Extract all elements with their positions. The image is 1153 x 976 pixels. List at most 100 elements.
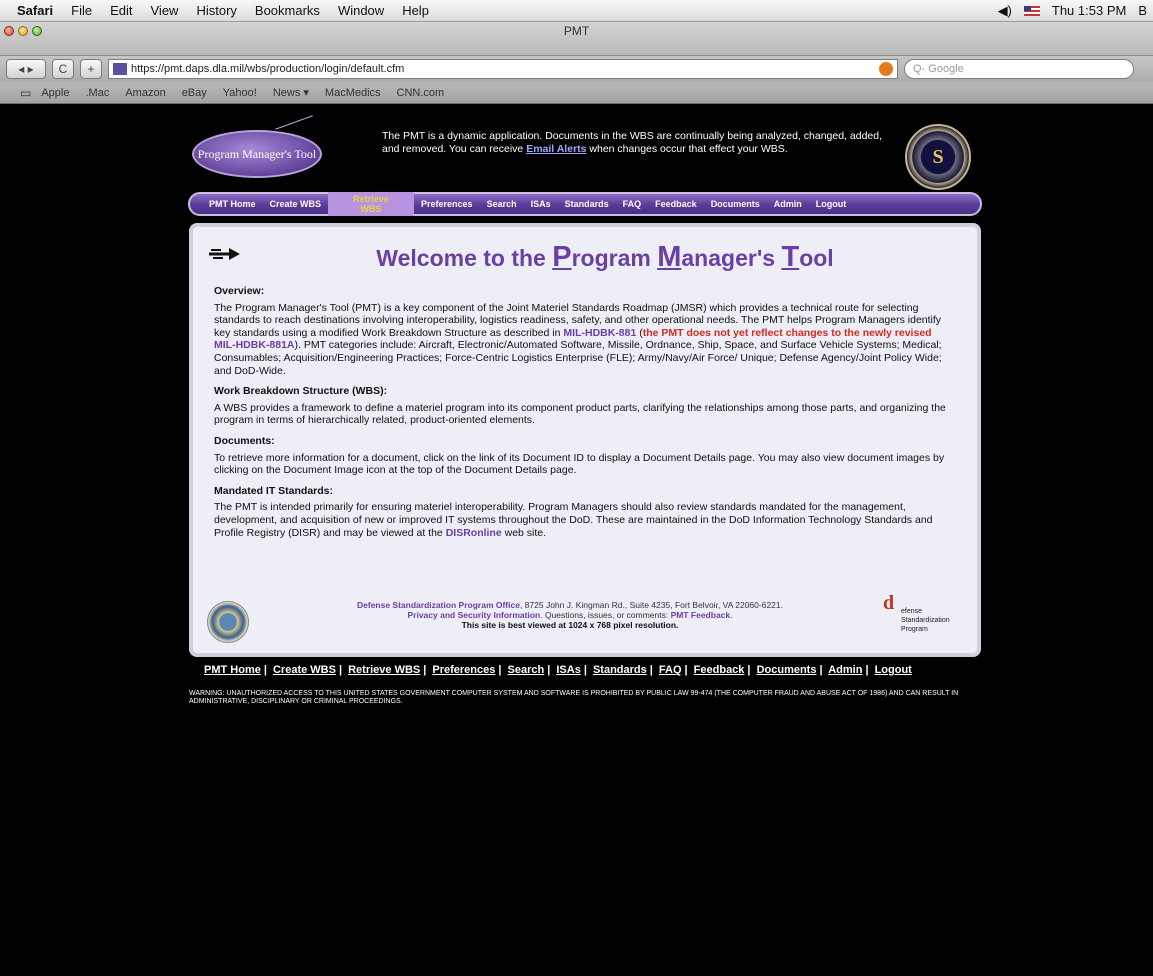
bottom-nav-documents[interactable]: Documents	[757, 664, 817, 676]
window-titlebar: PMT	[0, 22, 1153, 56]
bottom-nav-admin[interactable]: Admin	[828, 664, 862, 676]
menu-view[interactable]: View	[142, 3, 188, 18]
bookmark-yahoo[interactable]: Yahoo!	[223, 87, 257, 99]
bookmark-apple[interactable]: Apple	[41, 87, 69, 99]
page-header: Program Manager's Tool The PMT is a dyna…	[190, 112, 980, 192]
search-field[interactable]: Q- Google	[904, 59, 1134, 79]
main-nav: PMT Home Create WBS Retrieve WBS Prefere…	[188, 192, 982, 216]
bottom-nav: PMT Home | Create WBS | Retrieve WBS | Pref…	[204, 664, 912, 676]
page-title: Welcome to the Program Manager's Tool	[193, 241, 977, 274]
menubar-trailing: B	[1138, 3, 1147, 18]
bookmark-news[interactable]: News ▾	[273, 86, 309, 99]
welcome-p: P	[552, 241, 572, 273]
nav-pmt-home[interactable]: PMT Home	[202, 199, 263, 209]
bottom-nav-create-wbs[interactable]: Create WBS	[273, 664, 336, 676]
bookmark-ebay[interactable]: eBay	[182, 87, 207, 99]
snapback-icon[interactable]	[879, 62, 893, 76]
nav-standards[interactable]: Standards	[558, 199, 616, 209]
bookmark-amazon[interactable]: Amazon	[125, 87, 165, 99]
reload-button[interactable]: C	[52, 59, 74, 79]
back-forward-button[interactable]: ◂ ▸	[6, 59, 46, 79]
bottom-nav-logout[interactable]: Logout	[875, 664, 912, 676]
overview-text-2: ). PMT categories include: Aircraft, Ele…	[214, 339, 942, 377]
bottom-nav-standards[interactable]: Standards	[593, 664, 647, 676]
dod-seal-icon	[207, 601, 249, 643]
nav-faq[interactable]: FAQ	[616, 199, 649, 209]
add-bookmark-button[interactable]: +	[80, 59, 102, 79]
dsp-line-1: efense	[901, 608, 923, 615]
mil-hdbk-881-link[interactable]: MIL-HDBK-881	[563, 327, 636, 339]
address-url[interactable]: https://pmt.daps.dla.mil/wbs/production/…	[131, 63, 404, 75]
mac-menubar: Safari File Edit View History Bookmarks …	[0, 0, 1153, 22]
bottom-nav-isas[interactable]: ISAs	[556, 664, 580, 676]
bottom-nav-preferences[interactable]: Preferences	[432, 664, 495, 676]
nav-preferences[interactable]: Preferences	[414, 199, 480, 209]
dsp-line-2: Standardization	[901, 617, 950, 624]
nav-documents[interactable]: Documents	[704, 199, 767, 209]
nav-retrieve-wbs[interactable]: Retrieve WBS	[328, 192, 415, 216]
email-alerts-link[interactable]: Email Alerts	[526, 143, 586, 155]
footer-address: , 8725 John J. Kingman Rd., Suite 4235, …	[519, 600, 783, 610]
bookmark-cnn[interactable]: CNN.com	[397, 87, 445, 99]
seal-letter: S	[932, 146, 944, 168]
intro-text: The PMT is a dynamic application. Docume…	[382, 130, 892, 156]
footer-period: .	[730, 610, 733, 620]
dsp-seal-icon: S	[905, 124, 971, 190]
bottom-nav-pmt-home[interactable]: PMT Home	[204, 664, 261, 676]
bottom-nav-search[interactable]: Search	[508, 664, 545, 676]
mandated-text: The PMT is intended primarily for ensuri…	[214, 501, 933, 539]
window-title: PMT	[563, 24, 590, 38]
bottom-nav-feedback[interactable]: Feedback	[694, 664, 745, 676]
web-page: Program Manager's Tool The PMT is a dyna…	[0, 104, 1153, 976]
menu-file[interactable]: File	[62, 3, 101, 18]
nav-isas[interactable]: ISAs	[524, 199, 558, 209]
pmt-feedback-link[interactable]: PMT Feedback	[671, 610, 731, 620]
menu-safari[interactable]: Safari	[8, 3, 62, 18]
dspo-link[interactable]: Defense Standardization Program Office	[357, 600, 520, 610]
nav-create-wbs[interactable]: Create WBS	[263, 199, 329, 209]
menu-edit[interactable]: Edit	[101, 3, 141, 18]
wbs-title: Work Breakdown Structure (WBS):	[214, 385, 388, 398]
dsp-logo-d: d	[883, 592, 895, 614]
nav-search[interactable]: Search	[480, 199, 524, 209]
nav-feedback[interactable]: Feedback	[648, 199, 704, 209]
dsp-line-3: Program	[901, 626, 928, 633]
footer-questions: . Questions, issues, or comments:	[540, 610, 671, 620]
address-bar[interactable]: https://pmt.daps.dla.mil/wbs/production/…	[108, 59, 898, 79]
overview-body: The Program Manager's Tool (PMT) is a ke…	[214, 302, 954, 378]
mil-hdbk-881a-link[interactable]: MIL-HDBK-881A	[214, 339, 295, 351]
best-viewed-note: This site is best viewed at 1024 x 768 p…	[461, 620, 679, 630]
welcome-prefix: Welcome to the	[376, 245, 553, 271]
mandated-title: Mandated IT Standards:	[214, 484, 334, 497]
bottom-nav-faq[interactable]: FAQ	[659, 664, 682, 676]
bookmark-mac[interactable]: .Mac	[85, 87, 109, 99]
dsp-logo-text: efense Standardization Program	[901, 607, 950, 634]
content-sections: Overview: The Program Manager's Tool (PM…	[214, 285, 954, 547]
disronline-link[interactable]: DISRonline	[446, 527, 502, 539]
bookmarks-book-icon[interactable]: ▭	[20, 86, 31, 100]
wbs-body: A WBS provides a framework to define a m…	[214, 401, 946, 427]
bottom-nav-retrieve-wbs[interactable]: Retrieve WBS	[348, 664, 420, 676]
menu-help[interactable]: Help	[393, 3, 438, 18]
bookmark-macmedics[interactable]: MacMedics	[325, 87, 381, 99]
mandated-tail: web site.	[501, 526, 547, 539]
main-content-panel: Welcome to the Program Manager's Tool Ov…	[189, 223, 981, 657]
privacy-link[interactable]: Privacy and Security Information	[407, 610, 540, 620]
menu-history[interactable]: History	[187, 3, 245, 18]
volume-icon[interactable]: ◀)	[998, 3, 1012, 19]
welcome-anagers: anager's	[681, 245, 782, 271]
nav-admin[interactable]: Admin	[767, 199, 809, 209]
welcome-rogram: rogram	[571, 245, 658, 271]
legal-warning: WARNING: UNAUTHORIZED ACCESS TO THIS UNI…	[189, 690, 959, 705]
content-footer: Defense Standardization Program Office, …	[207, 592, 963, 649]
overview-note: the PMT does not yet reflect changes to …	[642, 326, 932, 339]
input-flag-icon[interactable]	[1023, 5, 1040, 16]
pmt-logo[interactable]: Program Manager's Tool	[192, 130, 322, 178]
menubar-clock[interactable]: Thu 1:53 PM	[1052, 3, 1126, 18]
menu-window[interactable]: Window	[329, 3, 393, 18]
menu-bookmarks[interactable]: Bookmarks	[246, 3, 329, 18]
nav-logout[interactable]: Logout	[809, 199, 854, 209]
intro-text-after: when changes occur that effect your WBS.	[586, 143, 788, 155]
mandated-body: The PMT is intended primarily for ensuri…	[214, 501, 954, 539]
welcome-t: T	[781, 241, 800, 273]
